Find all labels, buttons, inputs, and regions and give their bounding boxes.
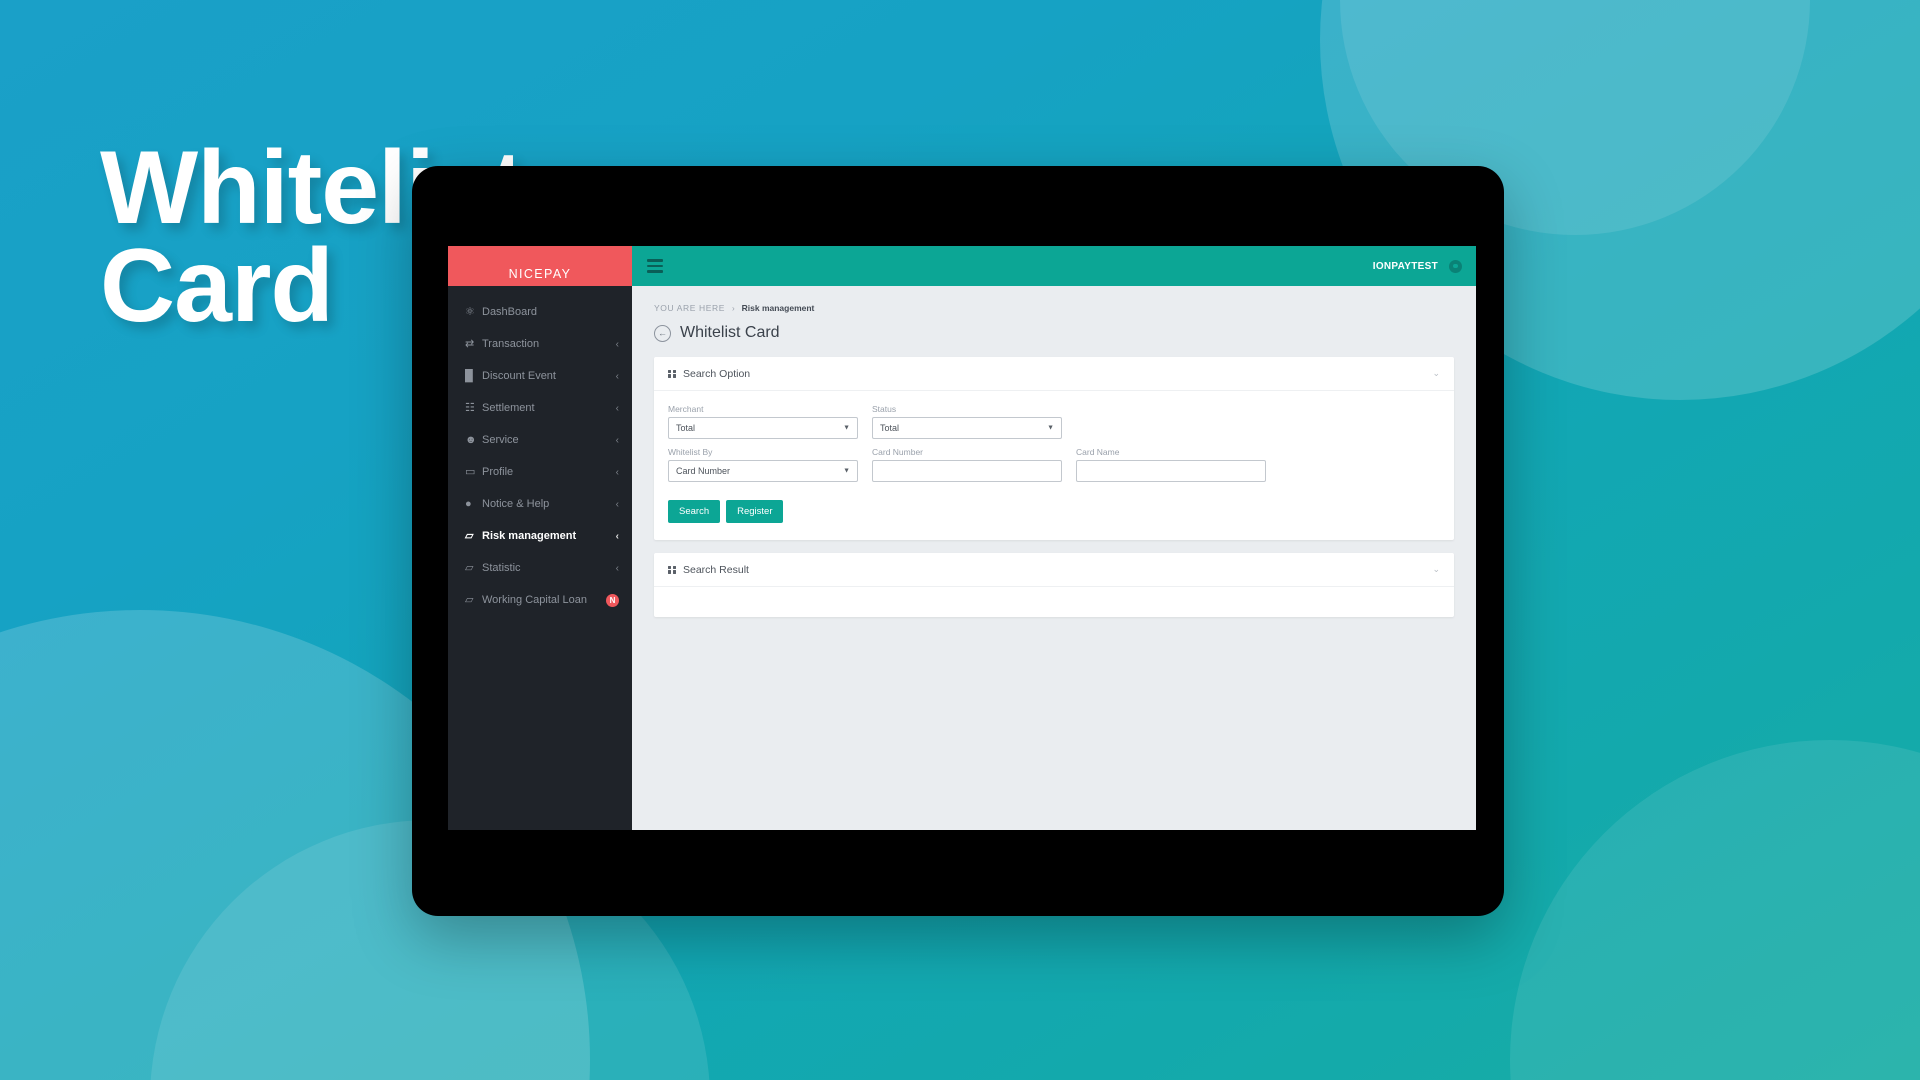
grid-icon [668, 565, 676, 574]
status-label: Status [872, 404, 897, 414]
gear-icon[interactable] [1449, 259, 1462, 273]
card-name-field-group: Card Name [1076, 447, 1266, 482]
chevron-left-icon: ‹ [615, 402, 619, 414]
sidebar-item-label: Profile [482, 466, 514, 478]
sidebar-item-discount-event[interactable]: █ Discount Event ‹ [448, 360, 632, 392]
breadcrumb-separator-icon: › [731, 303, 735, 313]
status-select[interactable] [872, 417, 1062, 439]
sidebar-item-statistic[interactable]: ▱ Statistic ‹ [448, 552, 632, 584]
sidebar: NICEPAY ⚛ DashBoard ⇄ Transaction ‹ █ Discount… [448, 246, 632, 830]
merchant-field-group: Merchant ▼ [668, 404, 858, 439]
form-row-1: Merchant ▼ Status [668, 404, 1440, 439]
background-circle-bottom-right [1510, 740, 1920, 1080]
sidebar-item-dashboard[interactable]: ⚛ DashBoard [448, 296, 632, 328]
merchant-select[interactable] [668, 417, 858, 439]
sidebar-item-service[interactable]: ☻ Service ‹ [448, 424, 632, 456]
sidebar-item-profile[interactable]: ▭ Profile ‹ [448, 456, 632, 488]
card-number-field-group: Card Number [872, 447, 1062, 482]
card-name-label: Card Name [1076, 447, 1120, 457]
sidebar-item-notice-help[interactable]: ● Notice & Help ‹ [448, 488, 632, 520]
page-title-row: ← Whitelist Card [654, 324, 1454, 342]
card-name-input[interactable] [1076, 460, 1266, 482]
card-number-input[interactable] [872, 460, 1062, 482]
header-right-group: IONPAYTEST [1373, 259, 1476, 273]
exchange-icon: ⇄ [465, 337, 475, 350]
sidebar-item-label: Discount Event [482, 370, 556, 382]
merchant-label: Merchant [668, 404, 704, 414]
chevron-left-icon: ‹ [615, 434, 619, 446]
grid-icon [668, 369, 676, 378]
chevron-down-icon[interactable]: ⌄ [1432, 564, 1440, 575]
card-number-label: Card Number [872, 447, 924, 457]
folder-icon: ▱ [465, 529, 474, 542]
breadcrumb-current[interactable]: Risk management [742, 303, 815, 313]
breadcrumb: YOU ARE HERE › Risk management [654, 286, 1454, 313]
sidebar-nav: ⚛ DashBoard ⇄ Transaction ‹ █ Discount Event ‹ ☷… [448, 286, 632, 616]
dashboard-icon: ⚛ [465, 305, 475, 318]
status-field-group: Status ▼ [872, 404, 1062, 439]
tablet-device-frame: NICEPAY ⚛ DashBoard ⇄ Transaction ‹ █ Discount… [412, 166, 1504, 916]
form-row-2: Whitelist By ▼ Card Number [668, 447, 1440, 482]
sidebar-item-working-capital-loan[interactable]: ▱ Working Capital Loan N [448, 584, 632, 616]
main-area: IONPAYTEST YOU ARE HERE › Risk managemen… [632, 246, 1476, 830]
sidebar-item-label: DashBoard [482, 306, 538, 318]
sidebar-item-transaction[interactable]: ⇄ Transaction ‹ [448, 328, 632, 360]
sidebar-item-risk-management[interactable]: ▱ Risk management ‹ [448, 520, 632, 552]
search-result-body [654, 587, 1454, 617]
sidebar-item-label: Service [482, 434, 519, 446]
chevron-left-icon: ‹ [615, 530, 619, 542]
folder-icon: ▱ [465, 593, 474, 606]
username-label[interactable]: IONPAYTEST [1373, 261, 1438, 272]
chevron-left-icon: ‹ [615, 562, 619, 574]
page-title: Whitelist Card [680, 324, 780, 341]
calendar-icon: ☷ [465, 401, 475, 414]
comment-icon: ● [465, 497, 472, 510]
breadcrumb-prefix: YOU ARE HERE [654, 303, 725, 313]
sidebar-item-settlement[interactable]: ☷ Settlement ‹ [448, 392, 632, 424]
sidebar-item-label: Notice & Help [482, 498, 550, 510]
search-result-title: Search Result [683, 563, 749, 576]
content-area: YOU ARE HERE › Risk management ← Whiteli… [632, 286, 1476, 830]
monitor-icon: ▭ [465, 465, 476, 478]
sidebar-item-badge: N [606, 593, 619, 607]
hamburger-icon[interactable] [647, 259, 663, 273]
sidebar-item-label: Working Capital Loan [482, 594, 587, 606]
search-option-header: Search Option ⌄ [654, 357, 1454, 391]
poster-stage: Whitelist Card NICEPAY ⚛ DashBoard ⇄ Transa… [0, 0, 1920, 1080]
brand-name: NICEPAY [508, 267, 572, 281]
search-option-title: Search Option [683, 367, 751, 380]
top-header-bar: IONPAYTEST [632, 246, 1476, 286]
search-button[interactable]: Search [668, 500, 721, 523]
sidebar-item-label: Transaction [482, 338, 540, 350]
whitelist-by-select[interactable] [668, 460, 858, 482]
sidebar-item-label: Statistic [482, 562, 521, 574]
back-arrow-icon[interactable]: ← [654, 324, 671, 342]
whitelist-by-field-group: Whitelist By ▼ [668, 447, 858, 482]
chevron-left-icon: ‹ [615, 466, 619, 478]
sidebar-item-label: Risk management [482, 530, 577, 542]
whitelist-by-label: Whitelist By [668, 447, 713, 457]
action-button-row: Search Register [668, 500, 1440, 523]
bar-chart-icon: █ [465, 369, 473, 382]
search-result-header: Search Result ⌄ [654, 553, 1454, 587]
chevron-left-icon: ‹ [615, 498, 619, 510]
brand-logo: NICEPAY [448, 246, 632, 286]
spacer-col [1076, 404, 1266, 439]
folder-icon: ▱ [465, 561, 474, 574]
register-button[interactable]: Register [726, 500, 784, 523]
users-icon: ☻ [465, 433, 477, 446]
chevron-down-icon[interactable]: ⌄ [1432, 368, 1440, 379]
sidebar-item-label: Settlement [482, 402, 535, 414]
search-result-panel: Search Result ⌄ [654, 553, 1454, 617]
chevron-left-icon: ‹ [615, 338, 619, 350]
app-screen: NICEPAY ⚛ DashBoard ⇄ Transaction ‹ █ Discount… [448, 246, 1476, 830]
chevron-left-icon: ‹ [615, 370, 619, 382]
search-option-panel: Search Option ⌄ Merchant ▼ [654, 357, 1454, 540]
search-option-body: Merchant ▼ Status [654, 391, 1454, 540]
